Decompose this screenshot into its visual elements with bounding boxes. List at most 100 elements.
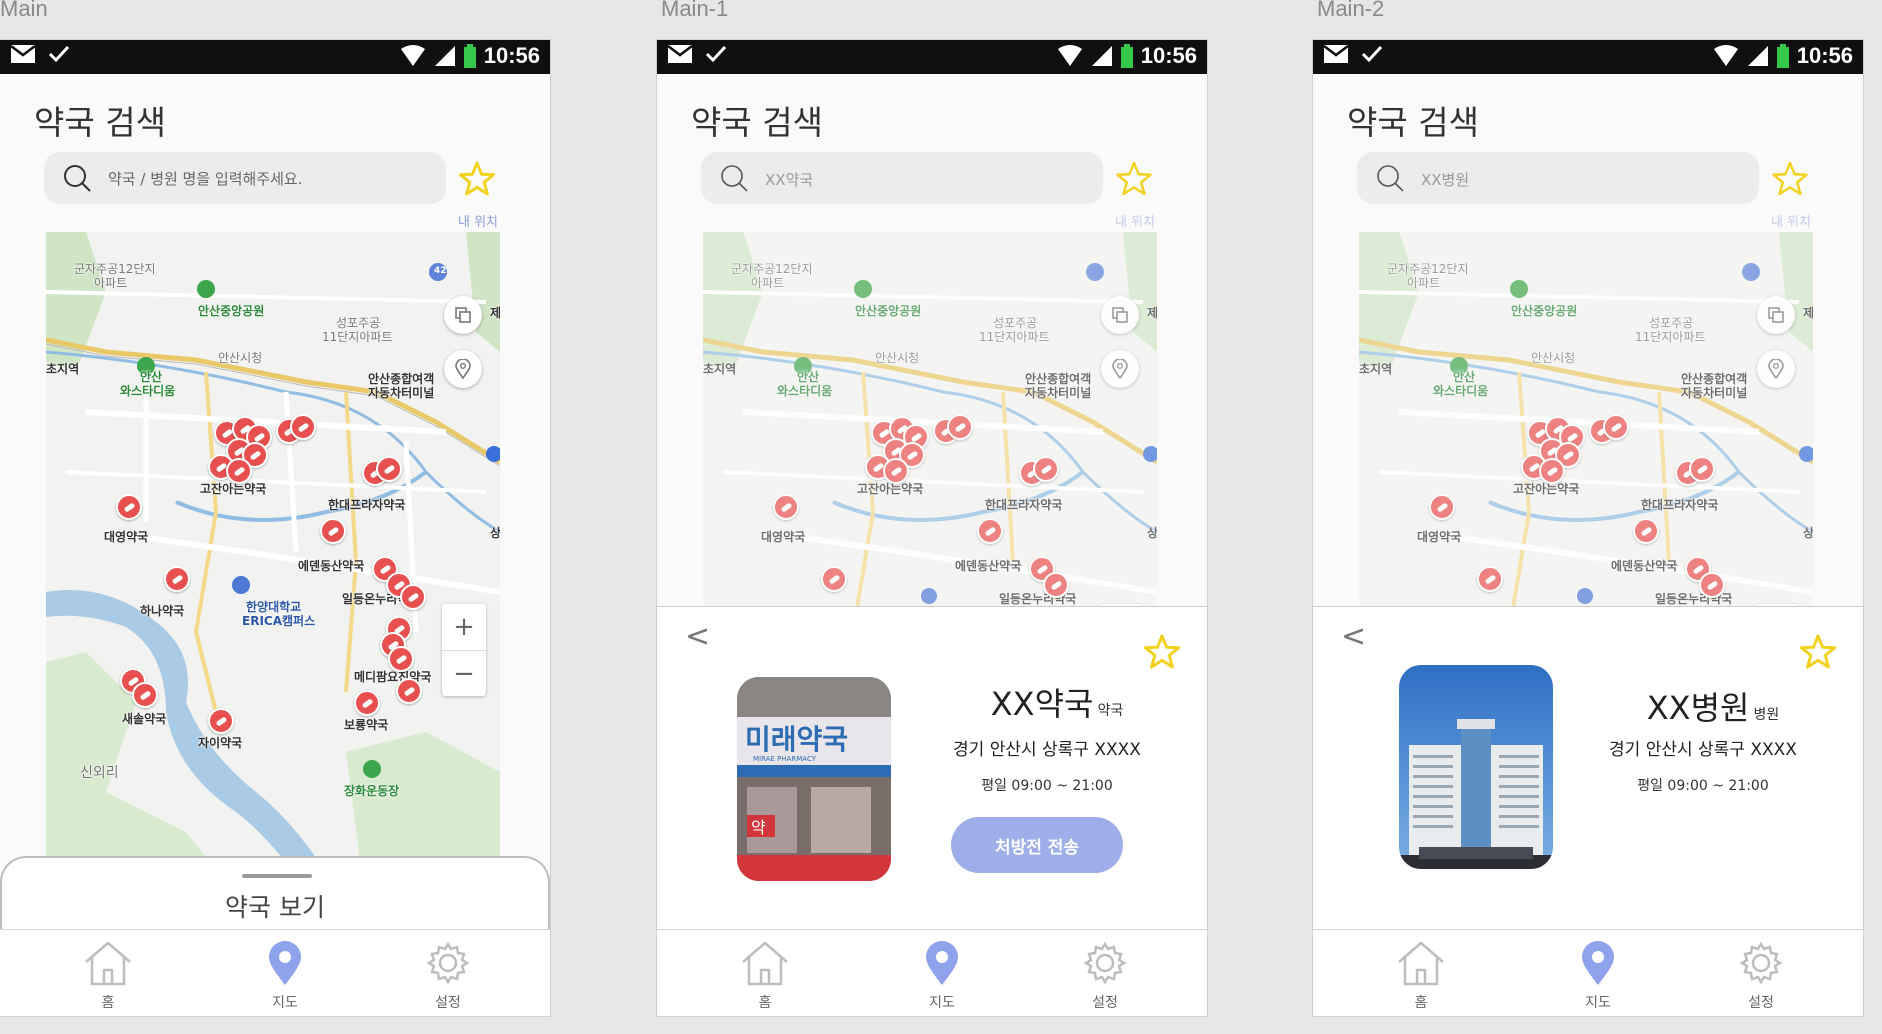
favorite-star-icon[interactable]: [458, 160, 496, 198]
sheet-drag-handle[interactable]: [242, 874, 312, 878]
pharmacy-marker[interactable]: [320, 518, 346, 544]
zoom-out-button[interactable]: −: [442, 650, 486, 697]
page-title: 약국 검색: [1347, 103, 1479, 142]
tab-home[interactable]: 홈: [725, 940, 805, 1012]
my-location-link[interactable]: 내 위치: [1771, 211, 1811, 230]
zoom-in-button[interactable]: +: [442, 604, 486, 650]
map-label: 와스타디움: [777, 384, 833, 398]
storefront-sign-sub: MIRAE PHARMACY: [753, 755, 817, 763]
pharmacy-marker[interactable]: [1633, 518, 1659, 544]
signal-icon: [434, 46, 455, 66]
map-pin-icon: [1582, 941, 1614, 985]
map-label: 자동차터미널: [1681, 386, 1748, 400]
signal-icon: [1091, 46, 1112, 66]
tab-label: 지도: [1585, 995, 1611, 1011]
place-type: 약국: [1097, 703, 1124, 719]
map-view[interactable]: 군자주공12단지 아파트 안산중앙공원 성포주공 11단지아파트 안산시청 초지…: [1359, 232, 1813, 607]
tab-settings[interactable]: 설정: [1721, 940, 1801, 1012]
tab-label: 지도: [929, 995, 955, 1011]
map-pin-icon: [926, 941, 958, 985]
pharmacy-marker[interactable]: [354, 690, 380, 716]
tab-label: 설정: [435, 995, 461, 1011]
pharmacy-marker[interactable]: [1429, 494, 1455, 520]
pharmacy-marker[interactable]: [977, 518, 1003, 544]
storefront-sign-small: 약: [751, 818, 766, 837]
map-label: 안산중앙공원: [198, 304, 265, 318]
favorite-star-icon[interactable]: [1143, 633, 1181, 671]
tab-map[interactable]: 지도: [902, 940, 982, 1012]
pharmacy-marker[interactable]: [883, 458, 909, 484]
layers-icon: [1112, 307, 1128, 323]
map-layers-button[interactable]: [1757, 296, 1795, 334]
pharmacy-marker[interactable]: [132, 682, 158, 708]
map-label: 자이약국: [198, 736, 243, 750]
my-location-link[interactable]: 내 위치: [458, 211, 498, 230]
my-location-link[interactable]: 내 위치: [1115, 211, 1155, 230]
pharmacy-marker[interactable]: [208, 708, 234, 734]
map-label: 상: [490, 526, 500, 540]
search-input[interactable]: [106, 166, 430, 192]
pharmacy-marker[interactable]: [1603, 414, 1629, 440]
pharmacy-marker[interactable]: [1539, 458, 1565, 484]
tab-settings[interactable]: 설정: [408, 940, 488, 1012]
search-bar[interactable]: [44, 152, 446, 204]
pharmacy-marker[interactable]: [947, 414, 973, 440]
map-layers-button[interactable]: [1101, 296, 1139, 334]
artboard-label-main-1: Main-1: [661, 0, 729, 21]
tab-map[interactable]: 지도: [245, 940, 325, 1012]
tab-home[interactable]: 홈: [68, 940, 148, 1012]
pharmacy-marker[interactable]: [821, 566, 847, 592]
favorite-star-icon[interactable]: [1771, 160, 1809, 198]
pharmacy-photo: 약 미래약국 MIRAE PHARMACY: [737, 677, 891, 881]
pharmacy-marker[interactable]: [1033, 456, 1059, 482]
status-bar: 10:56: [1313, 40, 1863, 74]
search-input[interactable]: [1419, 166, 1743, 192]
map-label: 안산시청: [218, 351, 263, 365]
map-label: 11단지아파트: [322, 330, 393, 344]
pharmacy-marker[interactable]: [400, 584, 426, 610]
pharmacy-marker[interactable]: [388, 646, 414, 672]
battery-icon: [1120, 44, 1133, 68]
map-location-button[interactable]: [444, 350, 482, 388]
map-view[interactable]: 군자주공12단지 아파트 안산중앙공원 성포주공 11단지아파트 안산시청 초지…: [46, 232, 500, 907]
map-label: 초지역: [703, 362, 737, 376]
map-location-button[interactable]: [1757, 350, 1795, 388]
pharmacy-marker[interactable]: [164, 566, 190, 592]
map-label: 11단지아파트: [1635, 330, 1706, 344]
tab-home[interactable]: 홈: [1381, 940, 1461, 1012]
bottom-sheet[interactable]: 약국 보기: [0, 856, 550, 936]
pharmacy-marker[interactable]: [773, 494, 799, 520]
pharmacy-marker[interactable]: [1689, 456, 1715, 482]
artboard-label-main-2: Main-2: [1317, 0, 1385, 21]
search-bar[interactable]: [701, 152, 1103, 204]
favorite-star-icon[interactable]: [1115, 160, 1153, 198]
pharmacy-marker[interactable]: [1477, 566, 1503, 592]
map-label: 자동차터미널: [368, 386, 435, 400]
search-input[interactable]: [763, 166, 1087, 192]
mail-icon: [10, 45, 36, 63]
back-button[interactable]: <: [1341, 619, 1366, 654]
map-label: 한대프라자약국: [985, 498, 1063, 512]
search-bar[interactable]: [1357, 152, 1759, 204]
pharmacy-marker[interactable]: [1699, 572, 1725, 598]
map-location-button[interactable]: [1101, 350, 1139, 388]
send-prescription-button[interactable]: 처방전 전송: [951, 817, 1123, 873]
pharmacy-marker[interactable]: [396, 678, 422, 704]
pharmacy-marker[interactable]: [116, 494, 142, 520]
back-button[interactable]: <: [685, 619, 710, 654]
pharmacy-marker[interactable]: [226, 458, 252, 484]
pharmacy-marker[interactable]: [290, 414, 316, 440]
map-layers-button[interactable]: [444, 296, 482, 334]
tab-settings[interactable]: 설정: [1065, 940, 1145, 1012]
page-title: 약국 검색: [34, 103, 166, 142]
map-label: 와스타디움: [1433, 384, 1489, 398]
map-pin-icon: [269, 941, 301, 985]
map-view[interactable]: 군자주공12단지 아파트 안산중앙공원 성포주공 11단지아파트 안산시청 초지…: [703, 232, 1157, 607]
map-label: 메디팜요진약국: [354, 670, 432, 684]
pharmacy-marker[interactable]: [376, 456, 402, 482]
tab-map[interactable]: 지도: [1558, 940, 1638, 1012]
check-icon: [705, 45, 727, 63]
pharmacy-marker[interactable]: [1043, 572, 1069, 598]
map-label: 안산시청: [875, 351, 920, 365]
favorite-star-icon[interactable]: [1799, 633, 1837, 671]
